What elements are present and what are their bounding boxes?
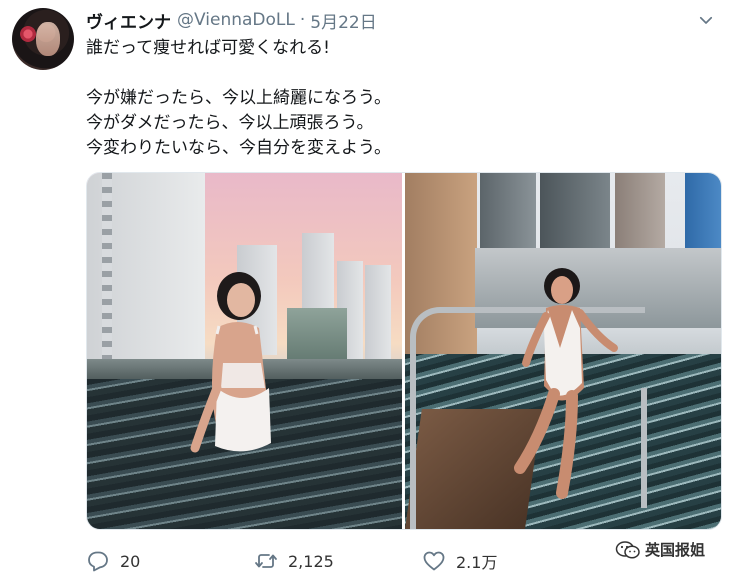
tweet-line: 今変わりたいなら、今自分を変えよう。 [86,138,391,158]
retweet-icon [255,554,277,568]
tweet-text: 誰だって痩せれば可愛くなれる! 今が嫌だったら、今以上綺麗になろう。 今がダメだ… [86,36,686,161]
chevron-down-icon[interactable] [697,11,715,29]
tweet-line: 誰だって痩せれば可愛くなれる! [86,38,330,58]
photo-rooftop-pool-left[interactable] [87,173,402,529]
watermark-text: 英国报姐 [645,541,706,559]
heart-icon [423,551,445,571]
tweet-line: 今が嫌だったら、今以上綺麗になろう。 [86,88,391,108]
tweet-line: 今がダメだったら、今以上頑張ろう。 [86,113,374,133]
separator-dot: · [299,10,306,30]
tweet-header: ヴィエンナ @ViennaDoLL · 5月22日 [86,8,715,33]
user-handle[interactable]: @ViennaDoLL [177,10,295,30]
woman-figure-left [190,272,271,453]
reply-count: 20 [120,551,141,571]
tweet-date[interactable]: 5月22日 [310,8,376,33]
like-button[interactable]: 2.1万 [422,549,590,573]
display-name[interactable]: ヴィエンナ [86,8,171,33]
reply-icon [88,551,108,572]
retweet-button[interactable]: 2,125 [254,549,422,573]
woman-figure-right [514,268,618,499]
photo-rooftop-pool-right[interactable] [405,173,721,529]
watermark: 英国报姐 [611,537,710,562]
tweet-media [86,172,722,530]
reply-button[interactable]: 20 [86,549,254,573]
retweet-count: 2,125 [288,551,334,571]
tweet-line-blank [86,61,686,86]
like-count: 2.1万 [456,553,498,572]
avatar[interactable] [12,8,74,70]
wechat-icon [615,540,640,559]
